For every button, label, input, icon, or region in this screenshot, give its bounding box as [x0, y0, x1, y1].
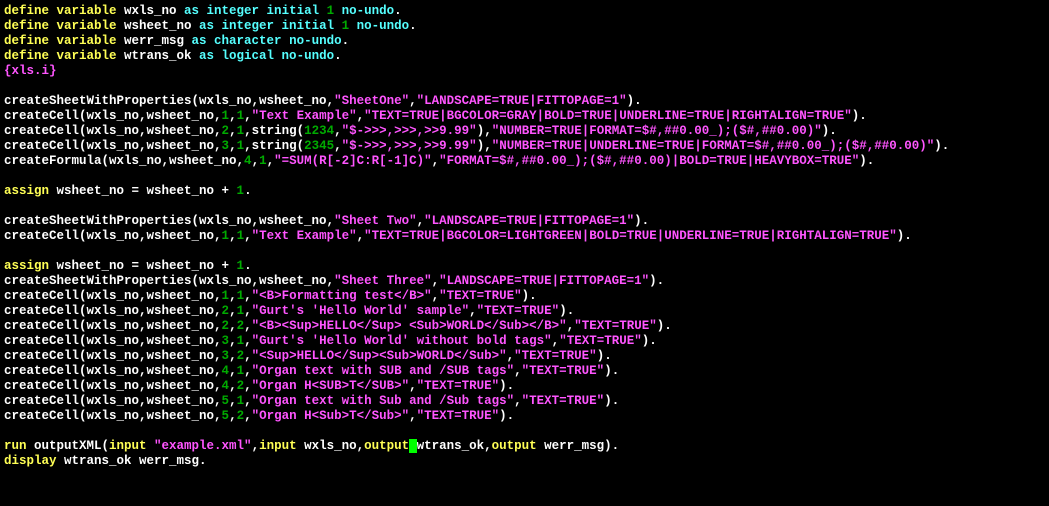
code-line: assign wsheet_no = wsheet_no + 1. — [4, 184, 252, 198]
code-line: createSheetWithProperties(wxls_no,wsheet… — [4, 214, 649, 228]
code-line: createCell(wxls_no,wsheet_no,2,1,"Gurt's… — [4, 304, 574, 318]
code-line: createCell(wxls_no,wsheet_no,1,1,"<B>For… — [4, 289, 537, 303]
code-line: define variable wxls_no as integer initi… — [4, 4, 402, 18]
editor-view[interactable]: define variable wxls_no as integer initi… — [0, 0, 1049, 473]
code-line: createCell(wxls_no,wsheet_no,4,2,"Organ … — [4, 379, 514, 393]
code-line: createCell(wxls_no,wsheet_no,3,1,"Gurt's… — [4, 334, 657, 348]
code-line: define variable werr_msg as character no… — [4, 34, 349, 48]
code-line: createFormula(wxls_no,wsheet_no,4,1,"=SU… — [4, 154, 874, 168]
code-line: createCell(wxls_no,wsheet_no,4,1,"Organ … — [4, 364, 619, 378]
code-line: display wtrans_ok werr_msg. — [4, 454, 207, 468]
text-cursor — [409, 439, 417, 453]
code-line: define variable wtrans_ok as logical no-… — [4, 49, 342, 63]
code-line: createCell(wxls_no,wsheet_no,3,1,string(… — [4, 139, 949, 153]
code-line: createCell(wxls_no,wsheet_no,2,1,string(… — [4, 124, 837, 138]
code-line: createCell(wxls_no,wsheet_no,3,2,"<Sup>H… — [4, 349, 612, 363]
code-line: createCell(wxls_no,wsheet_no,1,1,"Text E… — [4, 109, 867, 123]
code-line: assign wsheet_no = wsheet_no + 1. — [4, 259, 252, 273]
code-line: createSheetWithProperties(wxls_no,wsheet… — [4, 94, 642, 108]
code-line: run outputXML(input "example.xml",input … — [4, 439, 619, 453]
code-line: createCell(wxls_no,wsheet_no,1,1,"Text E… — [4, 229, 912, 243]
code-line: createCell(wxls_no,wsheet_no,2,2,"<B><Su… — [4, 319, 672, 333]
code-line: {xls.i} — [4, 64, 57, 78]
code-line: define variable wsheet_no as integer ini… — [4, 19, 417, 33]
code-line: createCell(wxls_no,wsheet_no,5,2,"Organ … — [4, 409, 514, 423]
code-line: createCell(wxls_no,wsheet_no,5,1,"Organ … — [4, 394, 619, 408]
code-line: createSheetWithProperties(wxls_no,wsheet… — [4, 274, 664, 288]
